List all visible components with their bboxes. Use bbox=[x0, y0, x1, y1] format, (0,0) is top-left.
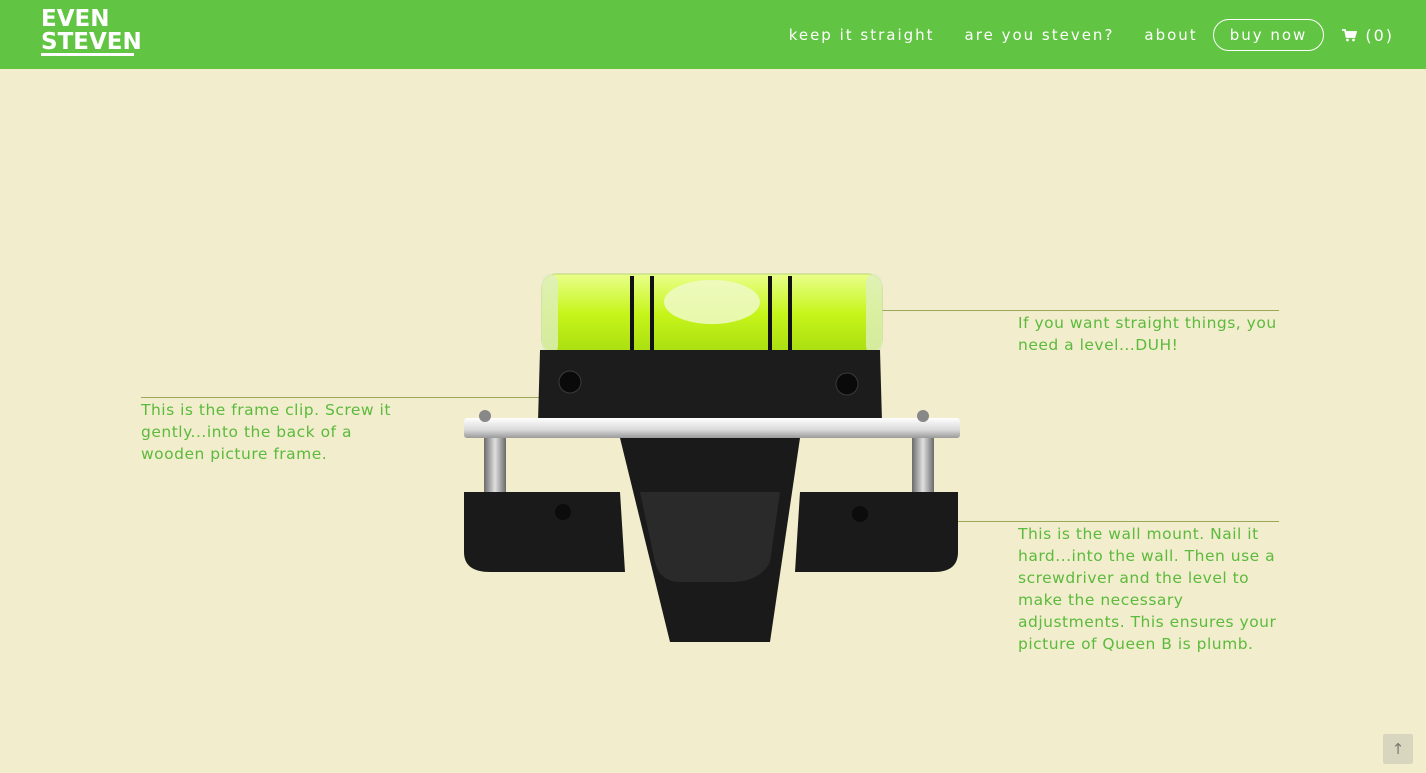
brand-logo-line2: STEVEN bbox=[41, 29, 142, 56]
brand-logo-line1: EVEN bbox=[41, 6, 110, 32]
nav-link-keep-it-straight[interactable]: keep it straight bbox=[789, 26, 935, 44]
buy-now-button[interactable]: buy now bbox=[1212, 19, 1325, 51]
main-nav: keep it straight are you steven? about b… bbox=[759, 18, 1394, 52]
nav-link-are-you-steven[interactable]: are you steven? bbox=[965, 26, 1115, 44]
nav-link-about[interactable]: about bbox=[1144, 26, 1197, 44]
level-annotation: If you want straight things, you need a … bbox=[1018, 314, 1277, 354]
site-header: EVEN STEVEN keep it straight are you ste… bbox=[0, 0, 1426, 69]
arrow-up-icon: ↑ bbox=[1391, 740, 1405, 758]
level-product-image bbox=[464, 273, 960, 642]
wall-mount-annotation: This is the wall mount. Nail it hard...i… bbox=[1018, 525, 1277, 653]
cart-link[interactable]: (0) bbox=[1342, 26, 1394, 45]
back-to-top-button[interactable]: ↑ bbox=[1383, 734, 1413, 764]
cart-count: (0) bbox=[1365, 25, 1394, 45]
wall-mount-pointer-line bbox=[955, 521, 1279, 522]
brand-logo[interactable]: EVEN STEVEN bbox=[41, 6, 142, 56]
frame-clip-annotation: This is the frame clip. Screw it gently.… bbox=[141, 401, 391, 463]
cart-icon bbox=[1342, 28, 1358, 41]
